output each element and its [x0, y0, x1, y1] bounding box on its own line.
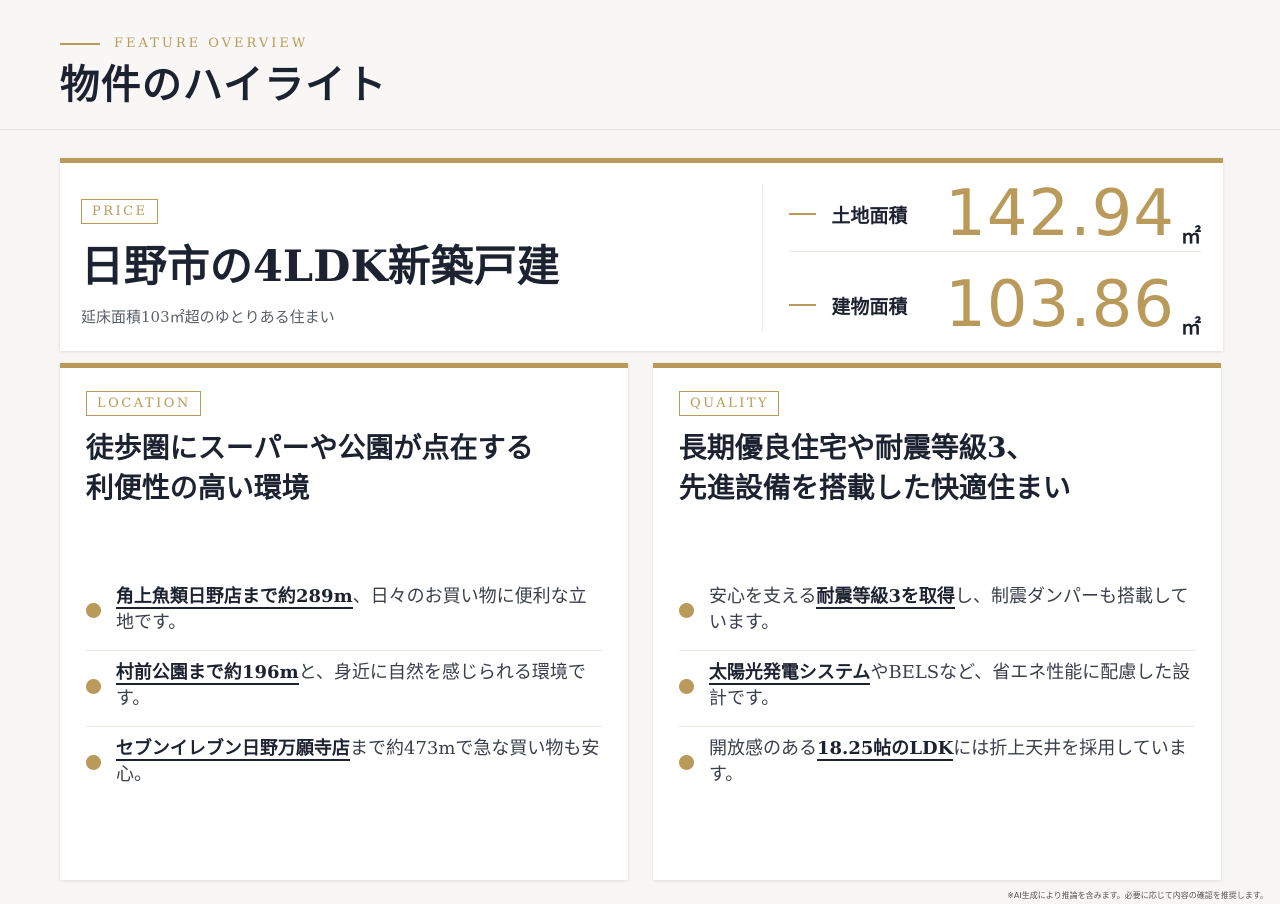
price-tag: PRICE	[81, 199, 158, 224]
bullet-dot	[86, 678, 101, 694]
building-area-row: 建物面積 103.86 ㎡	[789, 268, 1201, 342]
land-area-row: 土地面積 142.94 ㎡	[789, 177, 1201, 252]
building-area-unit: ㎡	[1181, 315, 1201, 339]
bullet-dot	[679, 678, 694, 694]
list-item: 安心を支える耐震等級3を取得し、制震ダンパーも搭載しています。	[679, 575, 1195, 651]
list-item: 開放感のある18.25帖のLDKには折上天井を採用しています。	[679, 727, 1195, 802]
item-highlight: セブンイレブン日野万願寺店	[116, 738, 350, 761]
item-text: 角上魚類日野店まで約289m、日々のお買い物に便利な立地です。	[116, 584, 602, 636]
item-text: 開放感のある18.25帖のLDKには折上天井を採用しています。	[709, 736, 1195, 788]
list-item: セブンイレブン日野万願寺店まで約473mで急な買い物も安心。	[86, 727, 602, 802]
eyebrow-line	[60, 42, 100, 45]
page-header: FEATURE OVERVIEW 物件のハイライト	[0, 0, 1280, 130]
quality-heading-line: 先進設備を搭載した快適住まい	[679, 471, 1072, 504]
property-title: 日野市の4LDK新築戸建	[81, 242, 560, 292]
bullet-dot	[86, 754, 101, 770]
item-highlight: 村前公園まで約196m	[116, 662, 299, 685]
list-item: 角上魚類日野店まで約289m、日々のお買い物に便利な立地です。	[86, 575, 602, 651]
item-text: 安心を支える耐震等級3を取得し、制震ダンパーも搭載しています。	[709, 584, 1195, 636]
land-area-value: 142.94	[945, 177, 1175, 251]
quality-tag: QUALITY	[679, 391, 780, 416]
footnote: ※AI生成により推論を含みます。必要に応じて内容の確認を推奨します。	[1007, 891, 1268, 900]
item-highlight: 耐震等級3を取得	[816, 586, 955, 609]
item-highlight: 太陽光発電システム	[709, 662, 871, 685]
eyebrow: FEATURE OVERVIEW	[60, 36, 308, 51]
eyebrow-text: FEATURE OVERVIEW	[114, 36, 309, 51]
dash-marker	[789, 304, 816, 306]
quality-list: 安心を支える耐震等級3を取得し、制震ダンパーも搭載しています。 太陽光発電システ…	[679, 575, 1195, 802]
divider	[762, 185, 763, 331]
bullet-dot	[679, 754, 694, 770]
bullet-dot	[679, 602, 694, 618]
item-prefix: 開放感のある	[709, 738, 817, 759]
price-summary: PRICE 日野市の4LDK新築戸建 延床面積103㎡超のゆとりある住まい	[81, 199, 560, 327]
land-area-label: 土地面積	[831, 204, 908, 227]
item-text: 村前公園まで約196mと、身近に自然を感じられる環境です。	[116, 660, 602, 712]
bullet-dot	[86, 602, 101, 618]
item-highlight: 18.25帖のLDK	[817, 738, 954, 761]
location-heading-line: 利便性の高い環境	[86, 471, 311, 504]
quality-heading: 長期優良住宅や耐震等級3、 先進設備を搭載した快適住まい	[679, 428, 1195, 508]
location-list: 角上魚類日野店まで約289m、日々のお買い物に便利な立地です。 村前公園まで約1…	[86, 575, 602, 802]
item-text: 太陽光発電システムやBELSなど、省エネ性能に配慮した設計です。	[709, 660, 1195, 712]
item-text: セブンイレブン日野万願寺店まで約473mで急な買い物も安心。	[116, 736, 602, 788]
location-heading: 徒歩圏にスーパーや公園が点在する 利便性の高い環境	[86, 428, 602, 508]
price-card: PRICE 日野市の4LDK新築戸建 延床面積103㎡超のゆとりある住まい 土地…	[60, 158, 1223, 351]
item-highlight: 角上魚類日野店まで約289m	[116, 586, 353, 609]
building-area-value: 103.86	[945, 268, 1175, 342]
item-prefix: 安心を支える	[709, 586, 817, 607]
building-area-label: 建物面積	[831, 295, 908, 318]
page-title: 物件のハイライト	[60, 61, 388, 108]
quality-heading-line: 長期優良住宅や耐震等級3、	[679, 431, 1035, 464]
quality-card: QUALITY 長期優良住宅や耐震等級3、 先進設備を搭載した快適住まい 安心を…	[653, 363, 1221, 880]
land-area-unit: ㎡	[1181, 224, 1201, 248]
location-heading-line: 徒歩圏にスーパーや公園が点在する	[86, 431, 534, 464]
location-tag: LOCATION	[86, 391, 201, 416]
property-subtitle: 延床面積103㎡超のゆとりある住まい	[81, 308, 335, 326]
list-item: 村前公園まで約196mと、身近に自然を感じられる環境です。	[86, 651, 602, 727]
dash-marker	[789, 213, 816, 215]
list-item: 太陽光発電システムやBELSなど、省エネ性能に配慮した設計です。	[679, 651, 1195, 727]
location-card: LOCATION 徒歩圏にスーパーや公園が点在する 利便性の高い環境 角上魚類日…	[60, 363, 628, 880]
